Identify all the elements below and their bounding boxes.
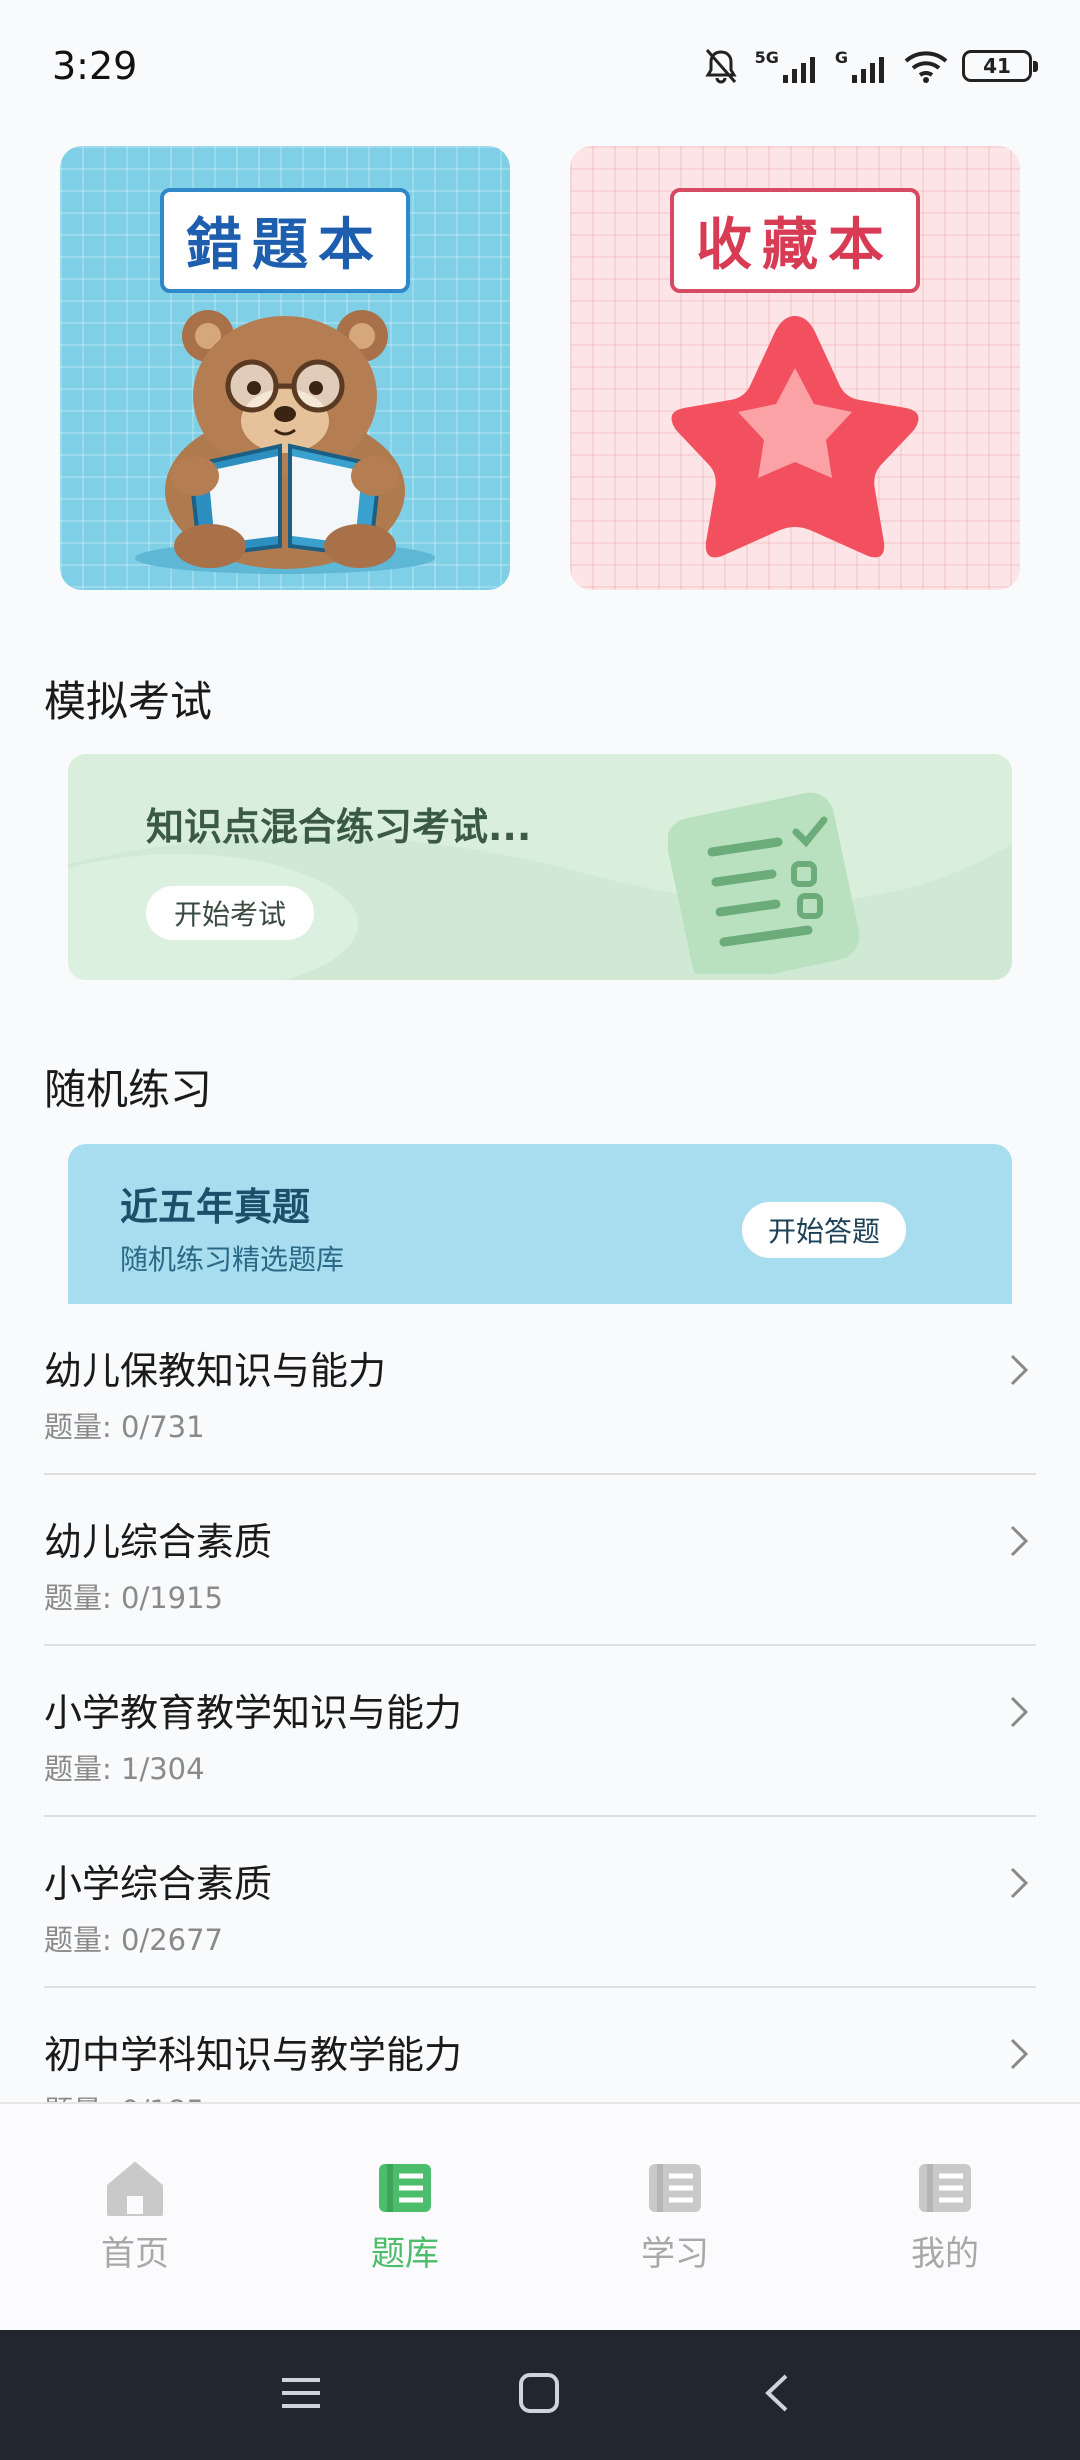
- back-icon[interactable]: [762, 2372, 792, 2414]
- list-item[interactable]: 幼儿综合素质 题量: 0/1915: [44, 1475, 1036, 1646]
- status-time: 3:29: [52, 44, 138, 88]
- profile-icon: [919, 2164, 971, 2212]
- chevron-right-icon: [1010, 1696, 1029, 1728]
- chevron-right-icon: [1010, 1354, 1029, 1386]
- status-icons: 5G G 41: [701, 44, 1038, 88]
- study-icon: [649, 2164, 701, 2212]
- tab-profile[interactable]: 我的: [845, 2160, 1045, 2275]
- menu-icon[interactable]: [280, 2372, 322, 2414]
- bottom-tab-bar: 首页 题库 学习 我的: [0, 2102, 1080, 2330]
- list-item-count: 题量: 0/1915: [44, 1581, 224, 1615]
- list-item-title: 小学综合素质: [44, 1862, 273, 1906]
- question-bank-list: 幼儿保教知识与能力 题量: 0/731 幼儿综合素质 题量: 0/1915 小学…: [44, 1304, 1036, 2102]
- list-item-count: 题量: 0/185: [44, 2088, 205, 2102]
- tab-label: 学习: [641, 2234, 709, 2274]
- checklist-icon: [668, 792, 860, 974]
- question-bank-icon: [379, 2164, 431, 2212]
- start-answering-button[interactable]: 开始答题: [741, 1202, 906, 1258]
- battery-level: 41: [983, 54, 1011, 78]
- tab-question-bank[interactable]: 题库: [305, 2160, 505, 2275]
- past-exams-banner[interactable]: 近五年真题 随机练习精选题库 开始答题: [68, 1144, 1012, 1304]
- signal-g-icon: G: [835, 48, 890, 85]
- mock-exam-card[interactable]: 知识点混合练习考试... 开始考试: [68, 754, 1012, 980]
- chevron-right-icon: [1010, 2038, 1029, 2070]
- network-label: 5G: [754, 47, 779, 67]
- wifi-icon: [904, 51, 948, 83]
- system-nav-bar: [0, 2330, 1080, 2460]
- list-item-title: 幼儿保教知识与能力: [44, 1349, 387, 1393]
- tab-label: 题库: [371, 2234, 439, 2274]
- decorative-wave: [68, 754, 1012, 980]
- exam-card-title: 知识点混合练习考试...: [146, 805, 532, 849]
- tab-home[interactable]: 首页: [35, 2160, 235, 2275]
- chevron-right-icon: [1010, 1867, 1029, 1899]
- favorites-book-card[interactable]: 收藏本: [570, 146, 1020, 590]
- mistakes-book-label: 錯題本: [160, 188, 410, 293]
- network-label-2: G: [834, 47, 848, 67]
- list-item-title: 幼儿综合素质: [44, 1520, 273, 1564]
- signal-5g-icon: 5G: [755, 48, 821, 85]
- random-practice-section-title: 随机练习: [44, 1065, 213, 1114]
- home-icon: [107, 2162, 163, 2216]
- mistakes-book-card[interactable]: 錯題本: [60, 146, 510, 590]
- list-item-title: 小学教育教学知识与能力: [44, 1691, 463, 1735]
- list-item[interactable]: 幼儿保教知识与能力 题量: 0/731: [44, 1304, 1036, 1475]
- status-bar: 3:29 5G G 41: [0, 0, 1080, 130]
- battery-icon: 41: [962, 50, 1038, 82]
- list-item[interactable]: 小学综合素质 题量: 0/2677: [44, 1817, 1036, 1988]
- list-item[interactable]: 小学教育教学知识与能力 题量: 1/304: [44, 1646, 1036, 1817]
- favorites-book-label: 收藏本: [670, 188, 920, 293]
- past-exams-title: 近五年真题: [120, 1185, 311, 1229]
- start-exam-button[interactable]: 开始考试: [146, 886, 315, 940]
- list-item-count: 题量: 0/2677: [44, 1923, 224, 1957]
- list-item-count: 题量: 0/731: [44, 1410, 205, 1444]
- tab-study[interactable]: 学习: [575, 2160, 775, 2275]
- list-item-count: 题量: 1/304: [44, 1752, 205, 1786]
- list-item-title: 初中学科知识与教学能力: [44, 2033, 463, 2077]
- tab-label: 首页: [101, 2234, 169, 2274]
- chevron-right-icon: [1010, 1525, 1029, 1557]
- mock-exam-section-title: 模拟考试: [44, 677, 213, 726]
- mute-bell-icon: [704, 49, 737, 84]
- home-square-icon[interactable]: [518, 2372, 560, 2414]
- tab-label: 我的: [911, 2234, 979, 2274]
- past-exams-subtitle: 随机练习精选题库: [120, 1243, 345, 1276]
- list-item[interactable]: 初中学科知识与教学能力 题量: 0/185: [44, 1988, 1036, 2102]
